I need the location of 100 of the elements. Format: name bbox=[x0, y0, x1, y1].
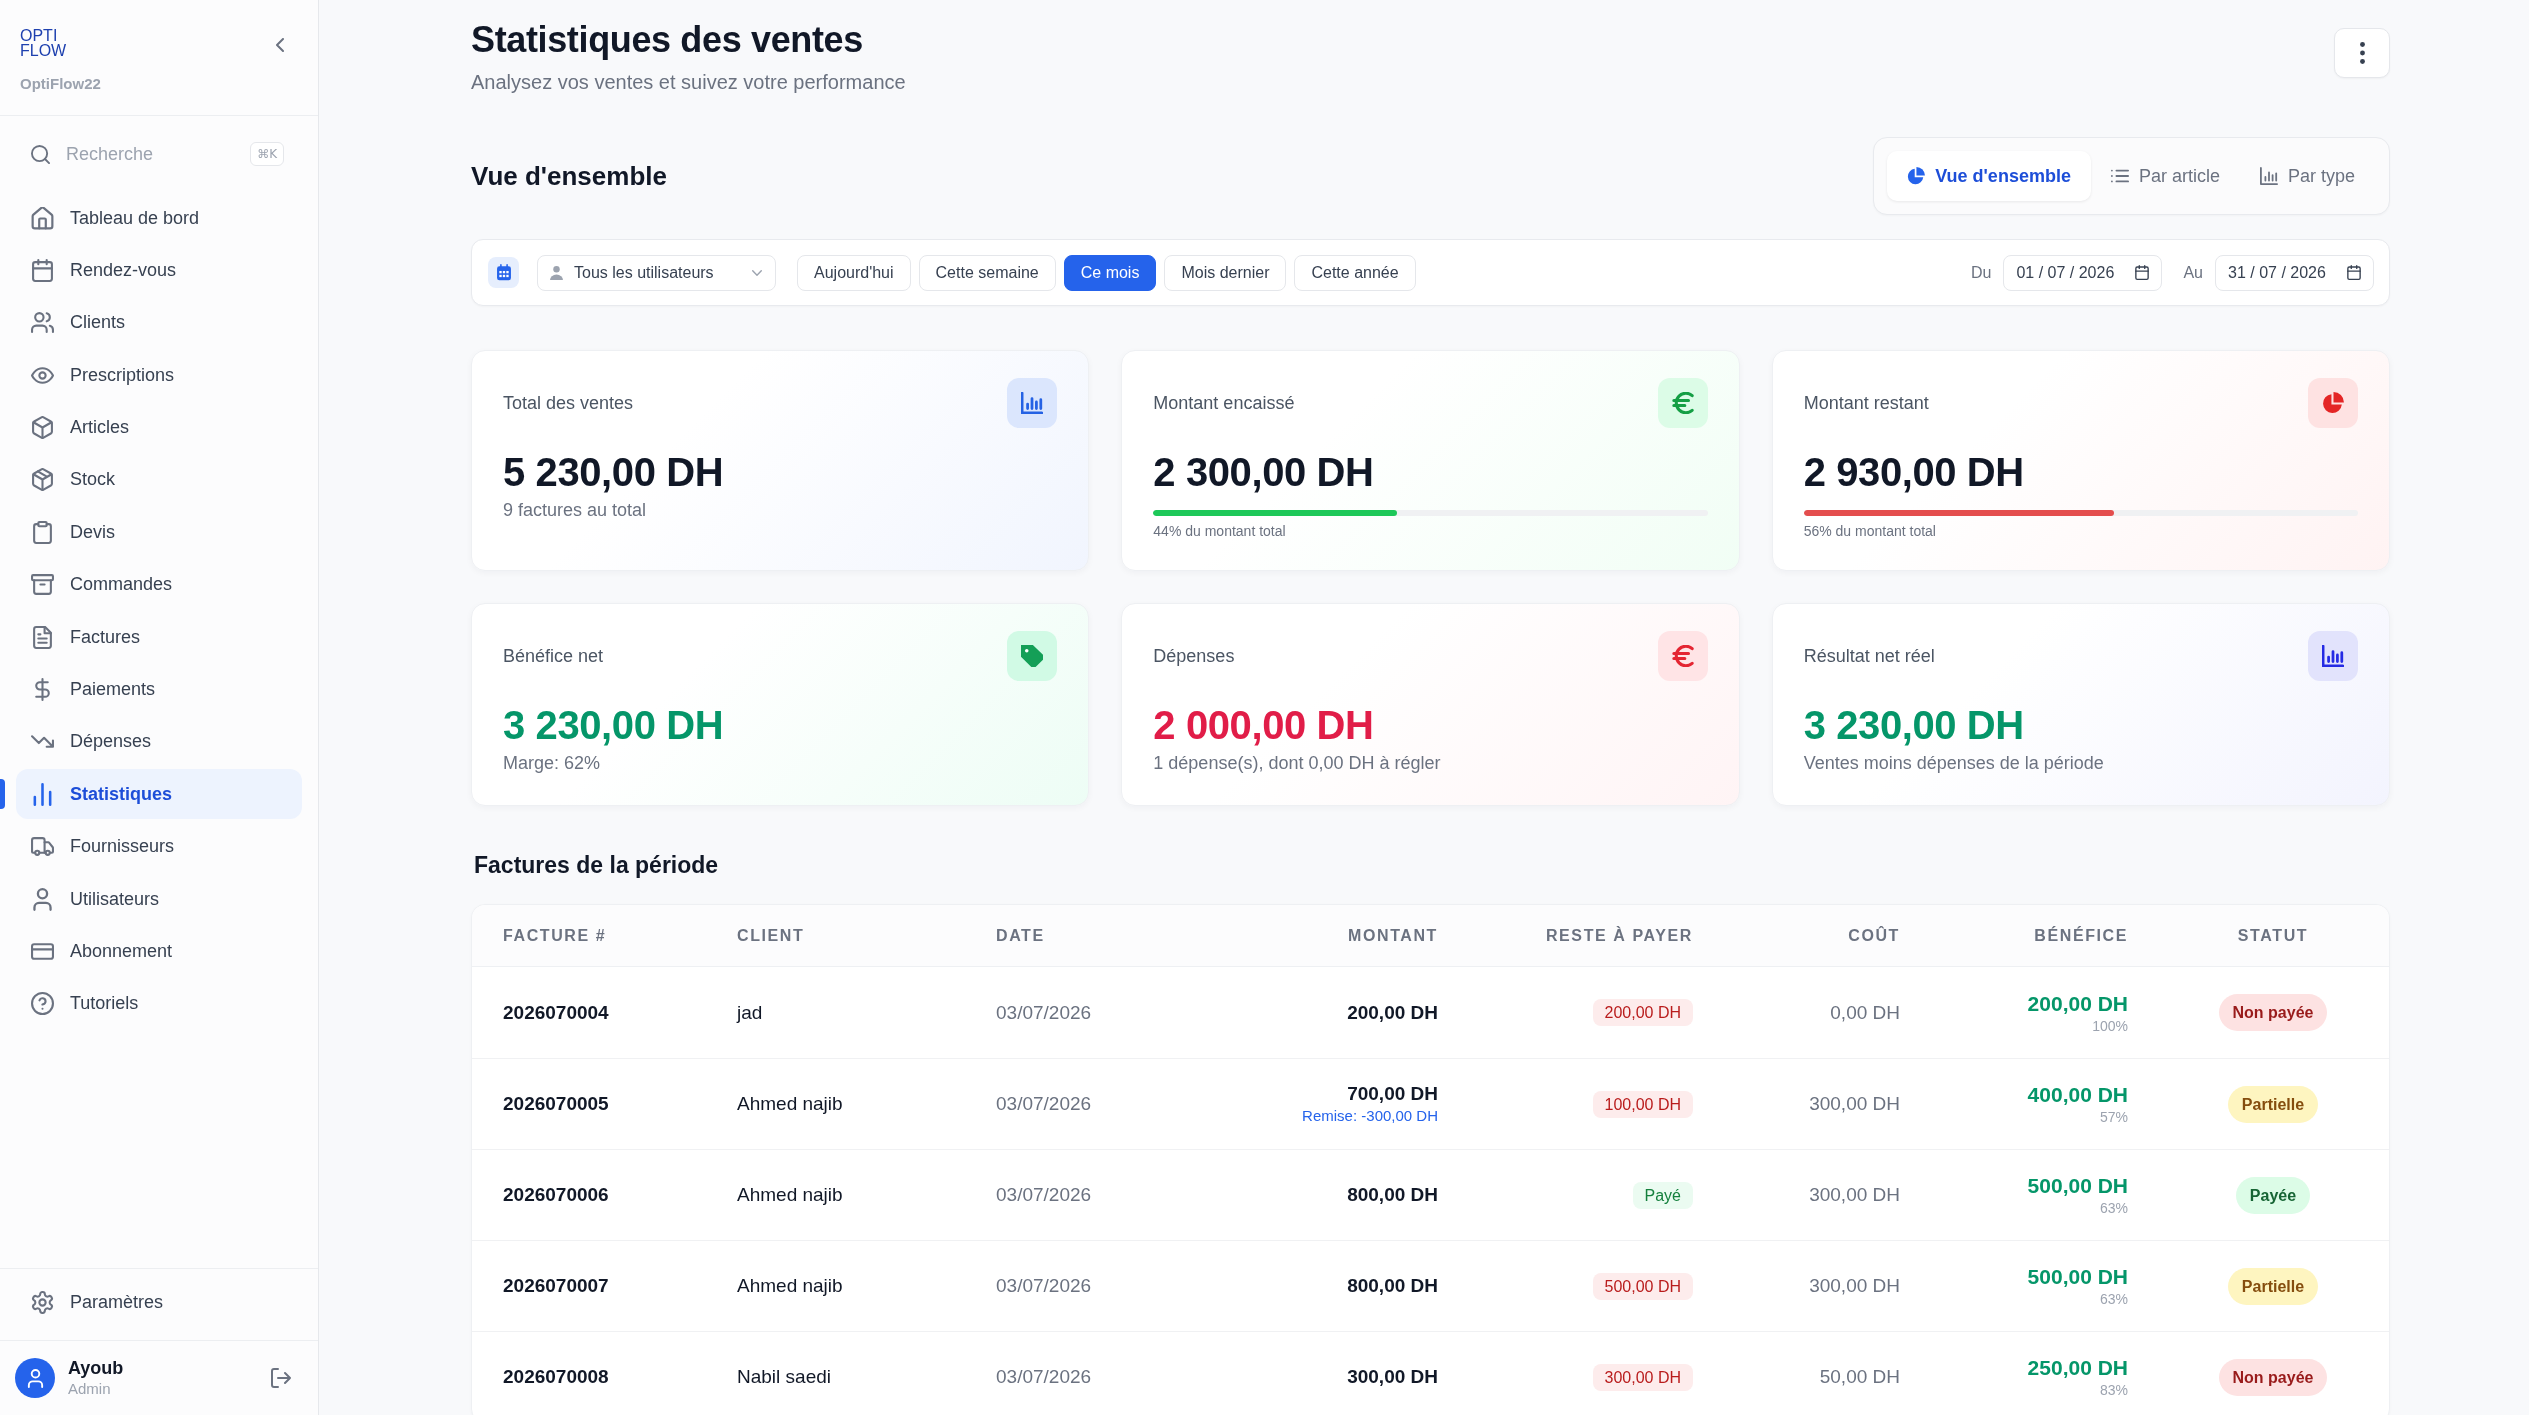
nav-item[interactable]: Commandes bbox=[16, 559, 302, 610]
profit-amount: 500,00 DH bbox=[2027, 1264, 2128, 1290]
nav-item[interactable]: Paramètres bbox=[16, 1277, 302, 1327]
card-label: Montant restant bbox=[1803, 392, 1929, 415]
invoice-date: 03/07/2026 bbox=[996, 1366, 1092, 1388]
client-name: jad bbox=[737, 1001, 763, 1024]
profit-margin: 100% bbox=[2092, 1016, 2128, 1035]
help-icon bbox=[31, 992, 54, 1016]
period-button[interactable]: Mois dernier bbox=[1164, 254, 1287, 291]
client-name: Ahmed najib bbox=[737, 1184, 843, 1206]
column-header: DATE bbox=[996, 926, 1045, 945]
home-icon bbox=[31, 206, 54, 230]
nav-item[interactable]: Clients bbox=[16, 297, 302, 348]
nav-item[interactable]: Devis bbox=[16, 507, 302, 558]
card-value: 3 230,00 DH bbox=[503, 702, 724, 749]
view-tab[interactable]: Vue d'ensemble bbox=[1887, 151, 2091, 201]
user-select[interactable]: Tous les utilisateurs bbox=[537, 254, 776, 291]
nav-item[interactable]: Paiements bbox=[16, 664, 302, 715]
card-value: 3 230,00 DH bbox=[1803, 702, 2024, 749]
column-header: CLIENT bbox=[737, 926, 805, 945]
profit-amount: 400,00 DH bbox=[2027, 1082, 2128, 1108]
invoice-date: 03/07/2026 bbox=[996, 1275, 1092, 1297]
search-field[interactable]: Recherche bbox=[66, 141, 235, 167]
more-button[interactable] bbox=[2334, 28, 2390, 78]
balance-badge: 500,00 DH bbox=[1592, 1272, 1693, 1300]
invoice-number: 2026070008 bbox=[503, 1366, 609, 1388]
keyboard-shortcut: ⌘K bbox=[250, 142, 284, 166]
cost: 50,00 DH bbox=[1819, 1366, 1900, 1388]
period-button[interactable]: Ce mois bbox=[1063, 254, 1157, 291]
card-note: 9 factures au total bbox=[503, 499, 648, 522]
invoice-number: 2026070004 bbox=[503, 1001, 609, 1024]
column-header: STATUT bbox=[2237, 926, 2309, 945]
date-field[interactable]: 31 / 07 / 2026 bbox=[2215, 254, 2374, 291]
workspace-name: OptiFlow22 bbox=[20, 74, 101, 94]
calendar-icon bbox=[31, 258, 54, 282]
view-tab[interactable]: Par type bbox=[2239, 151, 2375, 201]
page-subtitle: Analysez vos ventes et suivez votre performance bbox=[471, 70, 906, 95]
gear-icon bbox=[31, 1290, 54, 1314]
calendar-icon bbox=[2347, 265, 2361, 280]
user-role: Admin bbox=[68, 1379, 111, 1399]
logout-icon[interactable] bbox=[271, 1368, 291, 1388]
list-icon bbox=[2110, 167, 2129, 185]
nav-item[interactable]: Abonnement bbox=[16, 926, 302, 977]
bar-chart-icon bbox=[2259, 167, 2278, 185]
client-name: Ahmed najib bbox=[737, 1093, 843, 1115]
column-header: MONTANT bbox=[1348, 926, 1438, 945]
card-label: Montant encaissé bbox=[1153, 392, 1295, 415]
amount: 800,00 DH bbox=[1347, 1183, 1438, 1207]
nav-item[interactable]: Rendez-vous bbox=[16, 245, 302, 296]
status-badge: Non payée bbox=[2218, 994, 2328, 1031]
section-title: Vue d'ensemble bbox=[471, 160, 667, 193]
amount: 700,00 DH bbox=[1347, 1082, 1438, 1106]
invoice-date: 03/07/2026 bbox=[996, 1184, 1092, 1206]
nav-item[interactable]: Stock bbox=[16, 454, 302, 505]
nav-item[interactable]: Utilisateurs bbox=[16, 874, 302, 925]
client-name: Nabil saedi bbox=[737, 1366, 831, 1388]
card-label: Résultat net réel bbox=[1803, 645, 1935, 668]
card-note: Marge: 62% bbox=[503, 752, 602, 775]
avatar-icon bbox=[15, 1358, 55, 1398]
column-header: COÛT bbox=[1848, 926, 1900, 945]
client-name: Ahmed najib bbox=[737, 1275, 843, 1297]
profit-amount: 200,00 DH bbox=[2027, 990, 2128, 1017]
package-icon bbox=[31, 468, 54, 492]
discount-note: Remise: -300,00 DH bbox=[1302, 1106, 1438, 1126]
cost: 300,00 DH bbox=[1809, 1275, 1900, 1297]
card-note: 44% du montant total bbox=[1153, 522, 1287, 541]
search-icon bbox=[31, 144, 50, 164]
nav-item[interactable]: Tableau de bord bbox=[16, 193, 302, 243]
invoice-date: 03/07/2026 bbox=[996, 1001, 1092, 1024]
section-title: Factures de la période bbox=[474, 851, 719, 880]
nav-item[interactable]: Dépenses bbox=[16, 716, 302, 767]
card-value: 2 300,00 DH bbox=[1153, 449, 1374, 496]
amount: 200,00 DH bbox=[1347, 1000, 1438, 1025]
cost: 0,00 DH bbox=[1830, 1001, 1900, 1024]
cost: 300,00 DH bbox=[1809, 1093, 1900, 1115]
status-badge: Payée bbox=[2235, 1176, 2311, 1214]
card-label: Dépenses bbox=[1153, 645, 1235, 668]
balance-badge: 300,00 DH bbox=[1592, 1363, 1693, 1391]
nav-item[interactable]: Articles bbox=[16, 402, 302, 453]
nav-item[interactable]: Prescriptions bbox=[16, 350, 302, 401]
card-note: 56% du montant total bbox=[1803, 522, 1937, 541]
pie-chart-icon bbox=[1907, 167, 1926, 185]
user-icon bbox=[550, 265, 563, 280]
logo: OPTI FLOW bbox=[20, 28, 67, 58]
date-field[interactable]: 01 / 07 / 2026 bbox=[2003, 254, 2163, 291]
nav-item[interactable]: Tutoriels bbox=[16, 978, 302, 1029]
period-button[interactable]: Cette semaine bbox=[918, 254, 1056, 291]
card-value: 2 930,00 DH bbox=[1803, 449, 2024, 496]
cost: 300,00 DH bbox=[1809, 1184, 1900, 1206]
status-badge: Partielle bbox=[2227, 1267, 2319, 1305]
user-icon bbox=[31, 887, 54, 911]
amount: 300,00 DH bbox=[1347, 1365, 1438, 1389]
nav-item[interactable]: Factures bbox=[16, 612, 302, 663]
view-tab[interactable]: Par article bbox=[2090, 151, 2240, 201]
nav-item[interactable]: Fournisseurs bbox=[16, 821, 302, 872]
chevron-left-icon[interactable] bbox=[276, 38, 284, 52]
column-header: RESTE À PAYER bbox=[1545, 926, 1693, 945]
period-button[interactable]: Cette année bbox=[1294, 254, 1416, 291]
period-button[interactable]: Aujourd'hui bbox=[797, 254, 911, 291]
balance-badge: Payé bbox=[1632, 1181, 1693, 1209]
